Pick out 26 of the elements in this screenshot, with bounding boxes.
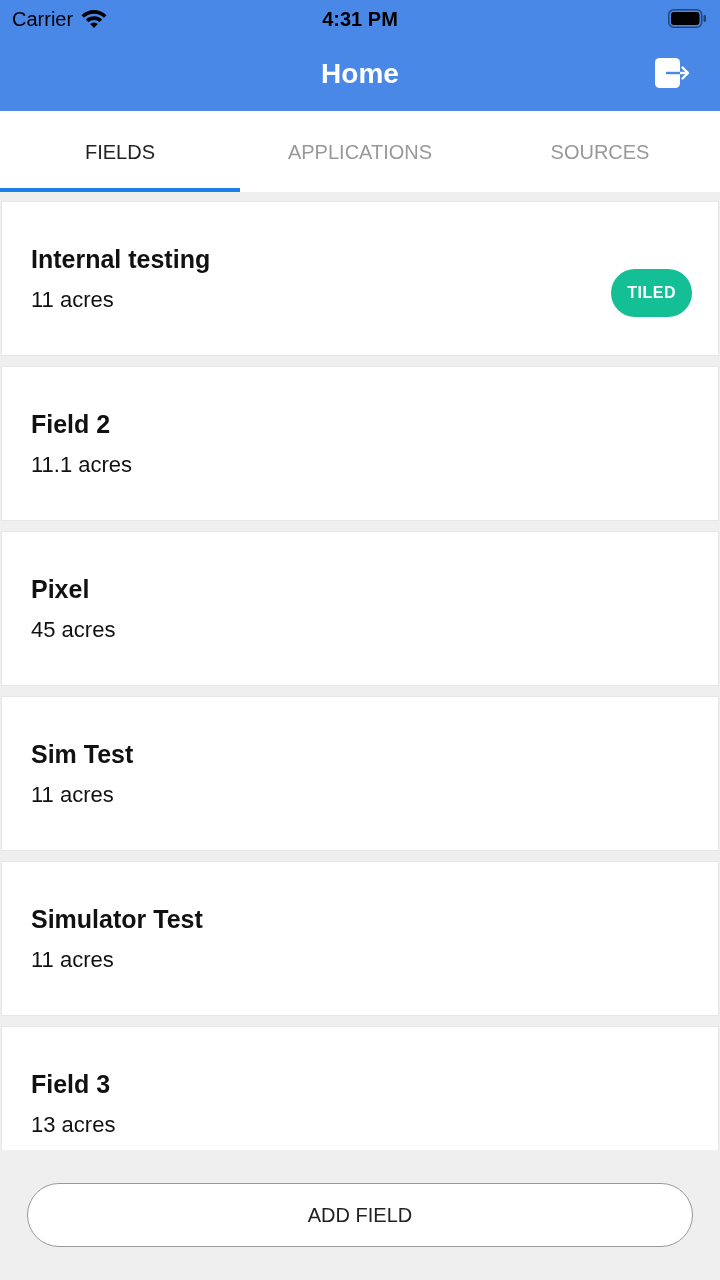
- field-card[interactable]: Internal testing 11 acres TILED: [2, 202, 718, 356]
- field-card[interactable]: Field 2 11.1 acres: [2, 367, 718, 521]
- door-arrow-icon[interactable]: [655, 58, 690, 88]
- status-tag: TILED: [611, 269, 692, 318]
- field-name: Pixel: [31, 574, 91, 606]
- field-card[interactable]: Field 3 13 acres: [2, 1027, 718, 1150]
- field-area: 13 acres: [31, 1111, 692, 1140]
- field-name: Simulator Test: [31, 904, 204, 936]
- field-area: 11 acres: [31, 946, 692, 975]
- field-name: Field 2: [31, 409, 112, 441]
- field-card[interactable]: Pixel 45 acres: [2, 532, 718, 686]
- field-card[interactable]: Simulator Test 11 acres: [2, 862, 718, 1016]
- field-name: Sim Test: [31, 739, 135, 771]
- add-field-button[interactable]: ADD FIELD: [27, 1183, 693, 1247]
- field-area: 11.1 acres: [31, 451, 692, 480]
- carrier-label: Carrier: [12, 6, 74, 31]
- status-time: 4:31 PM: [322, 7, 398, 31]
- field-area: 11 acres: [31, 286, 612, 315]
- wifi-icon: [81, 9, 108, 28]
- field-area: 45 acres: [31, 616, 692, 645]
- field-name: Internal testing: [31, 244, 212, 276]
- screen-title: Home: [321, 57, 399, 91]
- field-name: Field 3: [31, 1069, 112, 1101]
- field-area: 11 acres: [31, 781, 692, 810]
- battery-icon: [668, 9, 706, 28]
- field-card[interactable]: Sim Test 11 acres: [2, 697, 718, 851]
